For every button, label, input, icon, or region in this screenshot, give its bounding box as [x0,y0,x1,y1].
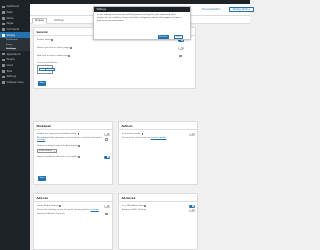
markdown-card: Markdown Enable the improved markdown ed… [33,121,113,185]
setting-row: You need to select these in author's pro… [122,137,167,139]
advanced-card: Advanced Live DB Module Data Advanced SE… [118,193,198,250]
comments-icon [2,28,5,31]
collapse-icon [2,81,5,84]
admin-sidebar: Dashboard Posts Media Pages Comments Sim… [0,4,30,250]
tools-icon [2,69,5,73]
authors-card: Authors Link author profile You need to … [118,121,198,185]
setting-row: Import markdown data file as template [37,156,81,158]
help-icon[interactable] [77,133,80,135]
setting-row: Improved Author Channels [37,213,65,215]
plugins-icon [2,58,5,62]
sidebar-collapse-menu[interactable]: Collapse menu [0,80,30,86]
users-icon [2,64,5,67]
help-icon[interactable] [70,47,73,49]
posts-icon [2,11,5,14]
setting-row: Enable editor [37,39,54,41]
setting-row: Link author profile [122,133,144,135]
addons-title: Add-ons [36,196,49,200]
chip-blocks[interactable]: Blocks [45,67,55,71]
save-button[interactable]: Save [38,81,46,86]
general-title: General [36,30,48,34]
settings-link[interactable]: settings [37,139,45,141]
tab-settings[interactable]: Settings [52,18,66,25]
chevron-down-icon: ▾ [249,8,251,11]
appearance-icon [2,52,5,56]
help-icon[interactable] [68,55,71,57]
media-icon [2,16,5,20]
documentation-link[interactable]: Documentation [202,8,220,11]
hide-help-checkbox[interactable] [179,54,182,58]
chevron-down-icon: ▾ [54,150,55,153]
setting-row: Show a preview in editor pages [37,47,73,49]
setting-row: All automatically generate content block… [37,137,102,141]
popover-text: In our settings overview you will find g… [97,14,182,22]
help-icon[interactable] [144,205,147,207]
help-icon[interactable] [51,39,54,41]
setting-row: Enable the improved markdown editor [37,133,80,135]
import-toggle[interactable] [104,155,110,159]
tour-popover: Settings In our settings overview you wi… [93,6,191,40]
popover-next-button[interactable]: Next [174,34,183,39]
header-account-button[interactable]: Simpay Admin ▾ [229,7,254,12]
help-icon[interactable] [78,145,81,147]
help-icon[interactable] [141,133,144,135]
setting-row: Check the settings to see all social sha… [37,209,99,211]
setting-row: Live DB Module Data [122,205,147,207]
tab-simpay[interactable]: Simpay [32,17,47,24]
format-select[interactable]: HTML format ▾ [37,149,57,153]
markdown-toggle[interactable] [104,132,110,136]
settings-icon [2,75,5,79]
setting-row: Social Media Sharing [37,205,62,207]
autogenerate-checkbox[interactable] [105,138,108,141]
advanced-title: Advanced [121,196,136,200]
author-profile-toggle[interactable] [189,132,195,136]
authors-title: Authors [121,124,133,128]
popover-title: Settings [94,7,190,12]
setting-row: Choose a default output display format [37,145,81,147]
advanced-seo-toggle[interactable] [189,208,195,212]
dashboard-icon [2,5,5,9]
plugin-icon [2,33,5,37]
setting-row: Content field blocks [37,62,58,64]
authors-profile-link[interactable]: author's profile [151,137,167,139]
setting-row: Hide link to help in admin bar [37,55,71,57]
help-icon[interactable] [59,205,62,207]
settings-link[interactable]: settings [91,209,99,211]
save-button[interactable]: Save [38,176,46,181]
pages-icon [2,22,5,26]
author-channels-checkbox[interactable] [105,212,108,216]
help-icon[interactable] [78,156,81,158]
markdown-title: Markdown [36,124,52,128]
setting-row: Advanced SEO Settings [122,209,147,211]
live-db-toggle[interactable] [189,204,195,208]
preview-toggle[interactable] [178,46,184,50]
social-sharing-toggle[interactable] [104,204,110,208]
addons-card: Add-ons Social Media Sharing Check the s… [33,193,113,250]
popover-previous-button[interactable]: Previous [158,34,169,39]
